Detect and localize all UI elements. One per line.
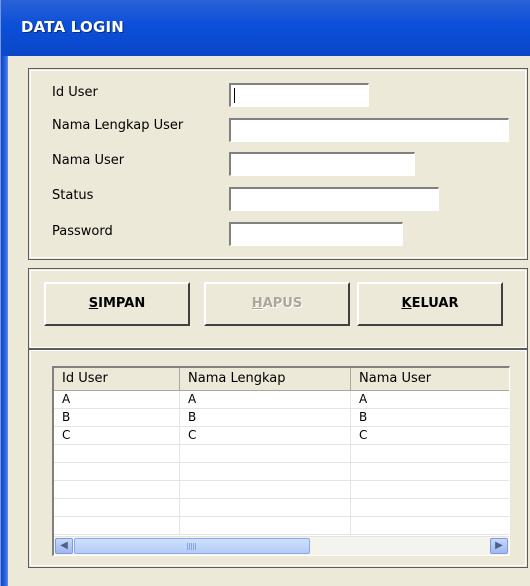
empty-row bbox=[54, 445, 509, 463]
text-caret bbox=[234, 88, 235, 103]
cell-nama-user: B bbox=[359, 410, 368, 424]
password-field[interactable] bbox=[229, 222, 403, 246]
empty-cell bbox=[180, 463, 351, 480]
data-login-window: DATA LOGIN Id User Nama Lengkap User Nam… bbox=[0, 0, 530, 586]
table-row[interactable]: A A A bbox=[54, 391, 509, 409]
empty-cell bbox=[180, 445, 351, 462]
simpan-mnemonic: S bbox=[88, 296, 99, 311]
scroll-thumb[interactable] bbox=[74, 538, 310, 554]
nama-lengkap-user-field[interactable] bbox=[229, 118, 509, 142]
column-header-nama-lengkap[interactable]: Nama Lengkap bbox=[180, 368, 351, 390]
id-user-field[interactable] bbox=[229, 83, 369, 107]
window-title: DATA LOGIN bbox=[21, 18, 125, 36]
window-left-border bbox=[1, 56, 8, 586]
cell-nama-user: C bbox=[359, 428, 368, 442]
user-data-grid[interactable]: Id User Nama Lengkap Nama User A A A B B… bbox=[52, 366, 510, 556]
keluar-button[interactable]: KELUAR bbox=[357, 282, 503, 326]
table-row[interactable]: B B B bbox=[54, 409, 509, 427]
empty-cell bbox=[180, 481, 351, 498]
cell-nama-lengkap: B bbox=[180, 409, 351, 426]
grip-icon bbox=[187, 543, 197, 550]
label-nama-lengkap-user: Nama Lengkap User bbox=[52, 118, 184, 133]
hapus-button[interactable]: HAPUS bbox=[204, 282, 350, 326]
empty-cell bbox=[180, 517, 351, 534]
keluar-label: ELUAR bbox=[411, 296, 459, 311]
empty-row bbox=[54, 463, 509, 481]
scroll-right-arrow-icon[interactable]: ▶ bbox=[490, 538, 508, 554]
nama-user-field[interactable] bbox=[229, 152, 415, 176]
title-bar[interactable]: DATA LOGIN bbox=[1, 0, 530, 56]
label-nama-user: Nama User bbox=[52, 153, 125, 168]
status-field[interactable] bbox=[229, 187, 439, 211]
cell-nama-lengkap: A bbox=[180, 391, 351, 408]
empty-cell bbox=[54, 481, 180, 498]
cell-id-user: C bbox=[54, 427, 180, 444]
column-header-nama-user[interactable]: Nama User bbox=[351, 368, 509, 390]
grid-header: Id User Nama Lengkap Nama User bbox=[54, 368, 509, 391]
label-password: Password bbox=[52, 224, 113, 239]
simpan-button[interactable]: SIMPAN bbox=[44, 282, 190, 326]
empty-cell bbox=[54, 517, 180, 534]
empty-row bbox=[54, 517, 509, 535]
simpan-label: IMPAN bbox=[98, 296, 146, 311]
cell-nama-user: A bbox=[359, 392, 368, 406]
scroll-left-arrow-icon[interactable]: ◀ bbox=[55, 538, 73, 554]
cell-id-user: B bbox=[54, 409, 180, 426]
keluar-mnemonic: K bbox=[401, 296, 412, 311]
hapus-mnemonic: H bbox=[251, 296, 263, 311]
horizontal-scrollbar[interactable]: ◀ ▶ bbox=[54, 536, 509, 555]
empty-row bbox=[54, 499, 509, 517]
empty-cell bbox=[54, 499, 180, 516]
cell-id-user: A bbox=[54, 391, 180, 408]
label-status: Status bbox=[52, 188, 94, 203]
table-row[interactable]: C C C bbox=[54, 427, 509, 445]
empty-cell bbox=[54, 463, 180, 480]
window-client-area: Id User Nama Lengkap User Nama User Stat… bbox=[8, 56, 530, 586]
cell-nama-lengkap: C bbox=[180, 427, 351, 444]
empty-cell bbox=[54, 445, 180, 462]
hapus-label: APUS bbox=[262, 296, 303, 311]
column-header-id-user[interactable]: Id User bbox=[54, 368, 180, 390]
label-id-user: Id User bbox=[52, 85, 98, 100]
empty-row bbox=[54, 481, 509, 499]
empty-cell bbox=[180, 499, 351, 516]
